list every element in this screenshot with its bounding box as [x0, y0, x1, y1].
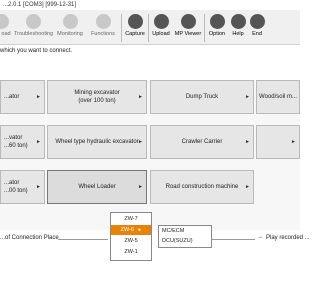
- submenu-item-mc-ecm[interactable]: MC/ECM: [162, 226, 184, 236]
- troubleshooting-icon: [25, 14, 41, 29]
- toolbar-mp-viewer-button[interactable]: MP Viewer: [173, 12, 203, 42]
- chevron-right-icon: ►: [245, 139, 250, 145]
- end-icon: [249, 14, 265, 29]
- window-title: ...2.0.1 [COM3] [999-12-31]: [3, 2, 77, 8]
- machine-cell-label: Road construction machine: [165, 184, 239, 190]
- divider: [210, 239, 255, 240]
- machine-cell[interactable]: Crawler Carrier ►: [150, 125, 254, 159]
- chevron-right-icon: ►: [138, 184, 143, 190]
- connection-place-label: ...of Connection Place: [0, 235, 59, 241]
- machine-cell[interactable]: ...ator ...00 ton) ►: [0, 170, 45, 204]
- menu-item-zw-7[interactable]: ZW-7: [111, 214, 151, 224]
- machine-cell[interactable]: ...ator ►: [0, 80, 45, 114]
- toolbar-functions-button[interactable]: Functions: [88, 12, 118, 42]
- instruction-text: which you want to connect.: [0, 48, 73, 54]
- chevron-right-icon: ►: [245, 184, 250, 190]
- toolbar-separator: [121, 14, 122, 42]
- machine-cell[interactable]: Mining excavator (over 100 ton) ►: [47, 80, 147, 114]
- toolbar-option-label: Option: [208, 31, 226, 37]
- menu-item-zw-6[interactable]: ZW-6 ▸: [111, 225, 151, 235]
- machine-cell[interactable]: Wood/soil m...: [256, 80, 300, 114]
- machine-cell[interactable]: Road construction machine ►: [150, 170, 254, 204]
- title-bar: ...2.0.1 [COM3] [999-12-31]: [0, 0, 300, 10]
- chevron-right-icon: ►: [291, 139, 296, 145]
- toolbar-option-button[interactable]: Option: [206, 12, 228, 42]
- camera-icon: [127, 14, 143, 29]
- toolbar-load-label: oad: [1, 31, 11, 37]
- machine-cell-label: Crawler Carrier: [181, 139, 223, 145]
- toolbar-help-label: Help: [232, 31, 244, 37]
- menu-item-zw-5[interactable]: ZW-5: [111, 236, 151, 246]
- machine-type-grid: ...ator ► Mining excavator (over 100 ton)…: [0, 80, 300, 230]
- toolbar-upload-label: Upload: [152, 31, 170, 37]
- functions-icon: [95, 14, 111, 29]
- divider: [58, 239, 108, 240]
- toolbar-monitoring-button[interactable]: Monitoring: [54, 12, 86, 42]
- toolbar-capture-button[interactable]: Capture: [123, 12, 147, 42]
- machine-cell[interactable]: ...vator ...60 ton) ►: [0, 125, 45, 159]
- monitoring-icon: [62, 14, 78, 29]
- load-icon: [0, 14, 9, 29]
- toolbar-mp-viewer-label: MP Viewer: [174, 31, 202, 37]
- machine-cell-selected[interactable]: Wheel Loader ►: [47, 170, 147, 204]
- machine-cell-label: Wood/soil m...: [259, 94, 297, 100]
- machine-cell-label: Wheel type hydraulic excavator: [55, 139, 139, 145]
- toolbar-troubleshooting-label: Troubleshooting: [14, 31, 54, 37]
- chevron-right-icon: ►: [36, 94, 41, 100]
- submenu-arrow-icon: ▸: [138, 227, 142, 233]
- chevron-right-icon: ►: [138, 94, 143, 100]
- toolbar-upload-button[interactable]: Upload: [150, 12, 172, 42]
- upload-icon: [153, 14, 169, 29]
- machine-cell-label: Dump Truck: [185, 94, 219, 100]
- toolbar-functions-label: Functions: [91, 31, 115, 37]
- submenu: MC/ECM DCU(SUZU): [158, 225, 212, 248]
- machine-cell[interactable]: ►: [256, 125, 300, 159]
- chevron-right-icon: ►: [36, 139, 41, 145]
- toolbar-load-button[interactable]: oad: [0, 12, 12, 42]
- submenu-item-dcu[interactable]: DCU(SUZU): [162, 236, 193, 246]
- toolbar-end-label: End: [252, 31, 262, 37]
- help-icon: [230, 14, 246, 29]
- toolbar-separator: [148, 14, 149, 42]
- toolbar: oad Troubleshooting Monitoring Functions…: [0, 10, 300, 45]
- toolbar-capture-label: Capture: [125, 31, 145, 37]
- toolbar-help-button[interactable]: Help: [229, 12, 247, 42]
- machine-cell[interactable]: Wheel type hydraulic excavator ►: [47, 125, 147, 159]
- menu-item-zw-1[interactable]: ZW-1: [111, 247, 151, 257]
- chevron-right-icon: ►: [245, 94, 250, 100]
- toolbar-monitoring-label: Monitoring: [57, 31, 83, 37]
- arrow-right-icon: →: [257, 234, 263, 240]
- model-dropdown-menu: ZW-7 ZW-6 ▸ ZW-5 ZW-1: [110, 212, 152, 261]
- machine-cell[interactable]: Dump Truck ►: [150, 80, 254, 114]
- toolbar-separator: [204, 14, 205, 42]
- machine-cell-label: Wheel Loader: [78, 184, 116, 190]
- chevron-right-icon: ►: [138, 139, 143, 145]
- option-icon: [209, 14, 225, 29]
- machine-cell-label: Mining excavator (over 100 ton): [74, 90, 120, 104]
- chevron-right-icon: ►: [36, 184, 41, 190]
- menu-item-label: ZW-6: [120, 227, 135, 233]
- toolbar-end-button[interactable]: End: [248, 12, 266, 42]
- toolbar-troubleshooting-button[interactable]: Troubleshooting: [14, 12, 54, 42]
- play-recorded-label[interactable]: Play recorded ...: [266, 235, 310, 241]
- mp-viewer-icon: [180, 14, 196, 29]
